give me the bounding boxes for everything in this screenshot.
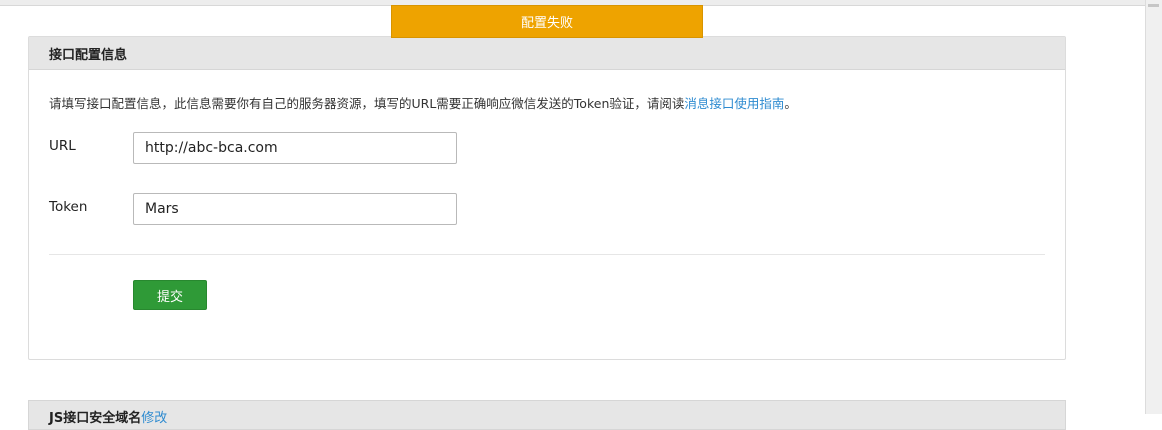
- panel-header: 接口配置信息: [29, 37, 1065, 70]
- scrollbar-thumb[interactable]: [1148, 4, 1159, 7]
- form-divider: [49, 254, 1045, 255]
- error-toast: 配置失败: [391, 5, 703, 38]
- js-domain-title-text: JS接口安全域名: [49, 411, 142, 426]
- url-label: URL: [49, 138, 76, 154]
- token-label: Token: [49, 199, 88, 215]
- js-domain-title: JS接口安全域名修改: [49, 407, 167, 426]
- description-end: 。: [784, 96, 797, 111]
- url-input[interactable]: [133, 132, 457, 164]
- interface-config-panel: 接口配置信息 请填写接口配置信息，此信息需要你有自己的服务器资源，填写的URL需…: [28, 36, 1066, 360]
- submit-button[interactable]: 提交: [133, 280, 207, 310]
- message-guide-link[interactable]: 消息接口使用指南: [684, 96, 784, 111]
- config-description: 请填写接口配置信息，此信息需要你有自己的服务器资源，填写的URL需要正确响应微信…: [49, 93, 797, 112]
- panel-title: 接口配置信息: [49, 47, 128, 63]
- toast-message: 配置失败: [520, 16, 573, 31]
- description-text: 请填写接口配置信息，此信息需要你有自己的服务器资源，填写的URL需要正确响应微信…: [49, 96, 685, 111]
- token-input[interactable]: [133, 193, 457, 225]
- vertical-scrollbar[interactable]: [1145, 0, 1162, 414]
- js-domain-panel: JS接口安全域名修改: [28, 400, 1066, 430]
- js-domain-edit-link[interactable]: 修改: [141, 411, 167, 426]
